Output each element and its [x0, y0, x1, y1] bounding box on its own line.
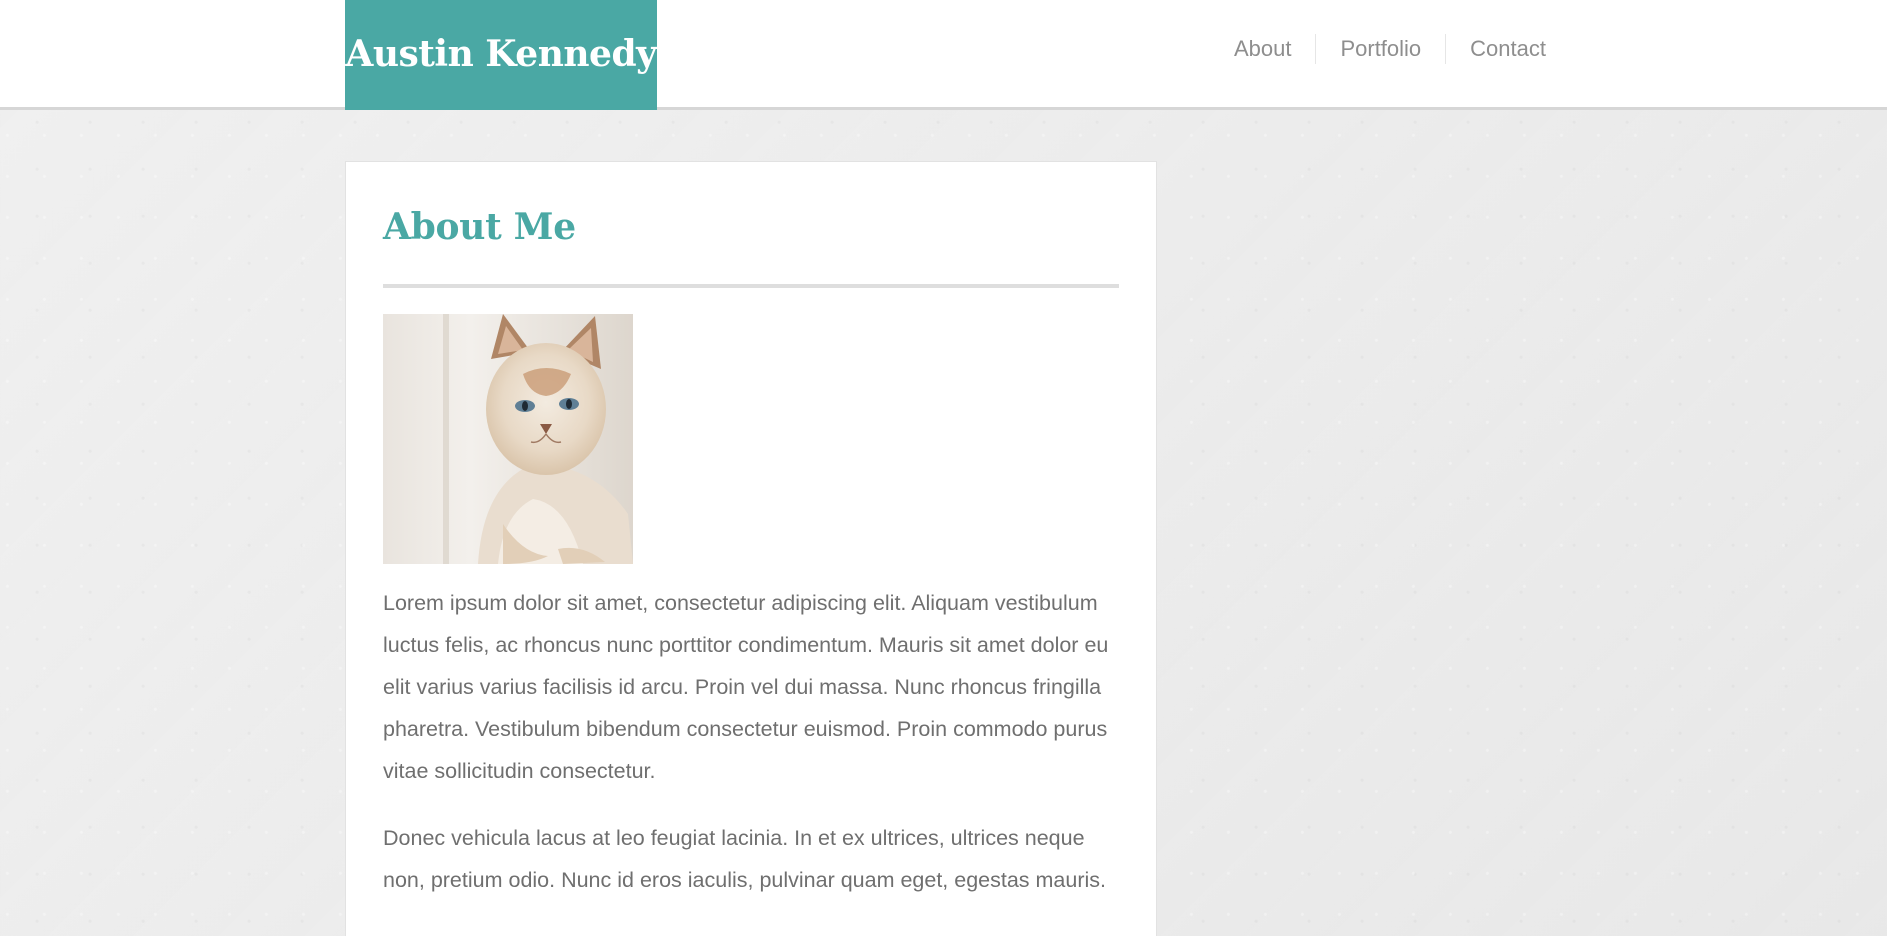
title-divider — [383, 284, 1119, 288]
cat-photo — [383, 314, 633, 564]
about-paragraph-2: Donec vehicula lacus at leo feugiat laci… — [383, 826, 1107, 892]
site-brand-title[interactable]: Austin Kennedy — [345, 0, 657, 110]
site-header: Austin Kennedy About Portfolio Contact — [0, 0, 1887, 110]
main-nav: About Portfolio Contact — [1210, 34, 1546, 64]
page-title: About Me — [383, 206, 576, 248]
nav-item-contact[interactable]: Contact — [1445, 34, 1546, 64]
nav-item-portfolio[interactable]: Portfolio — [1315, 34, 1445, 64]
about-card: About Me Lorem ipsum dolor sit amet, con… — [345, 161, 1157, 936]
nav-item-about[interactable]: About — [1210, 34, 1316, 64]
about-paragraph-1: Lorem ipsum dolor sit amet, consectetur … — [383, 591, 1109, 783]
